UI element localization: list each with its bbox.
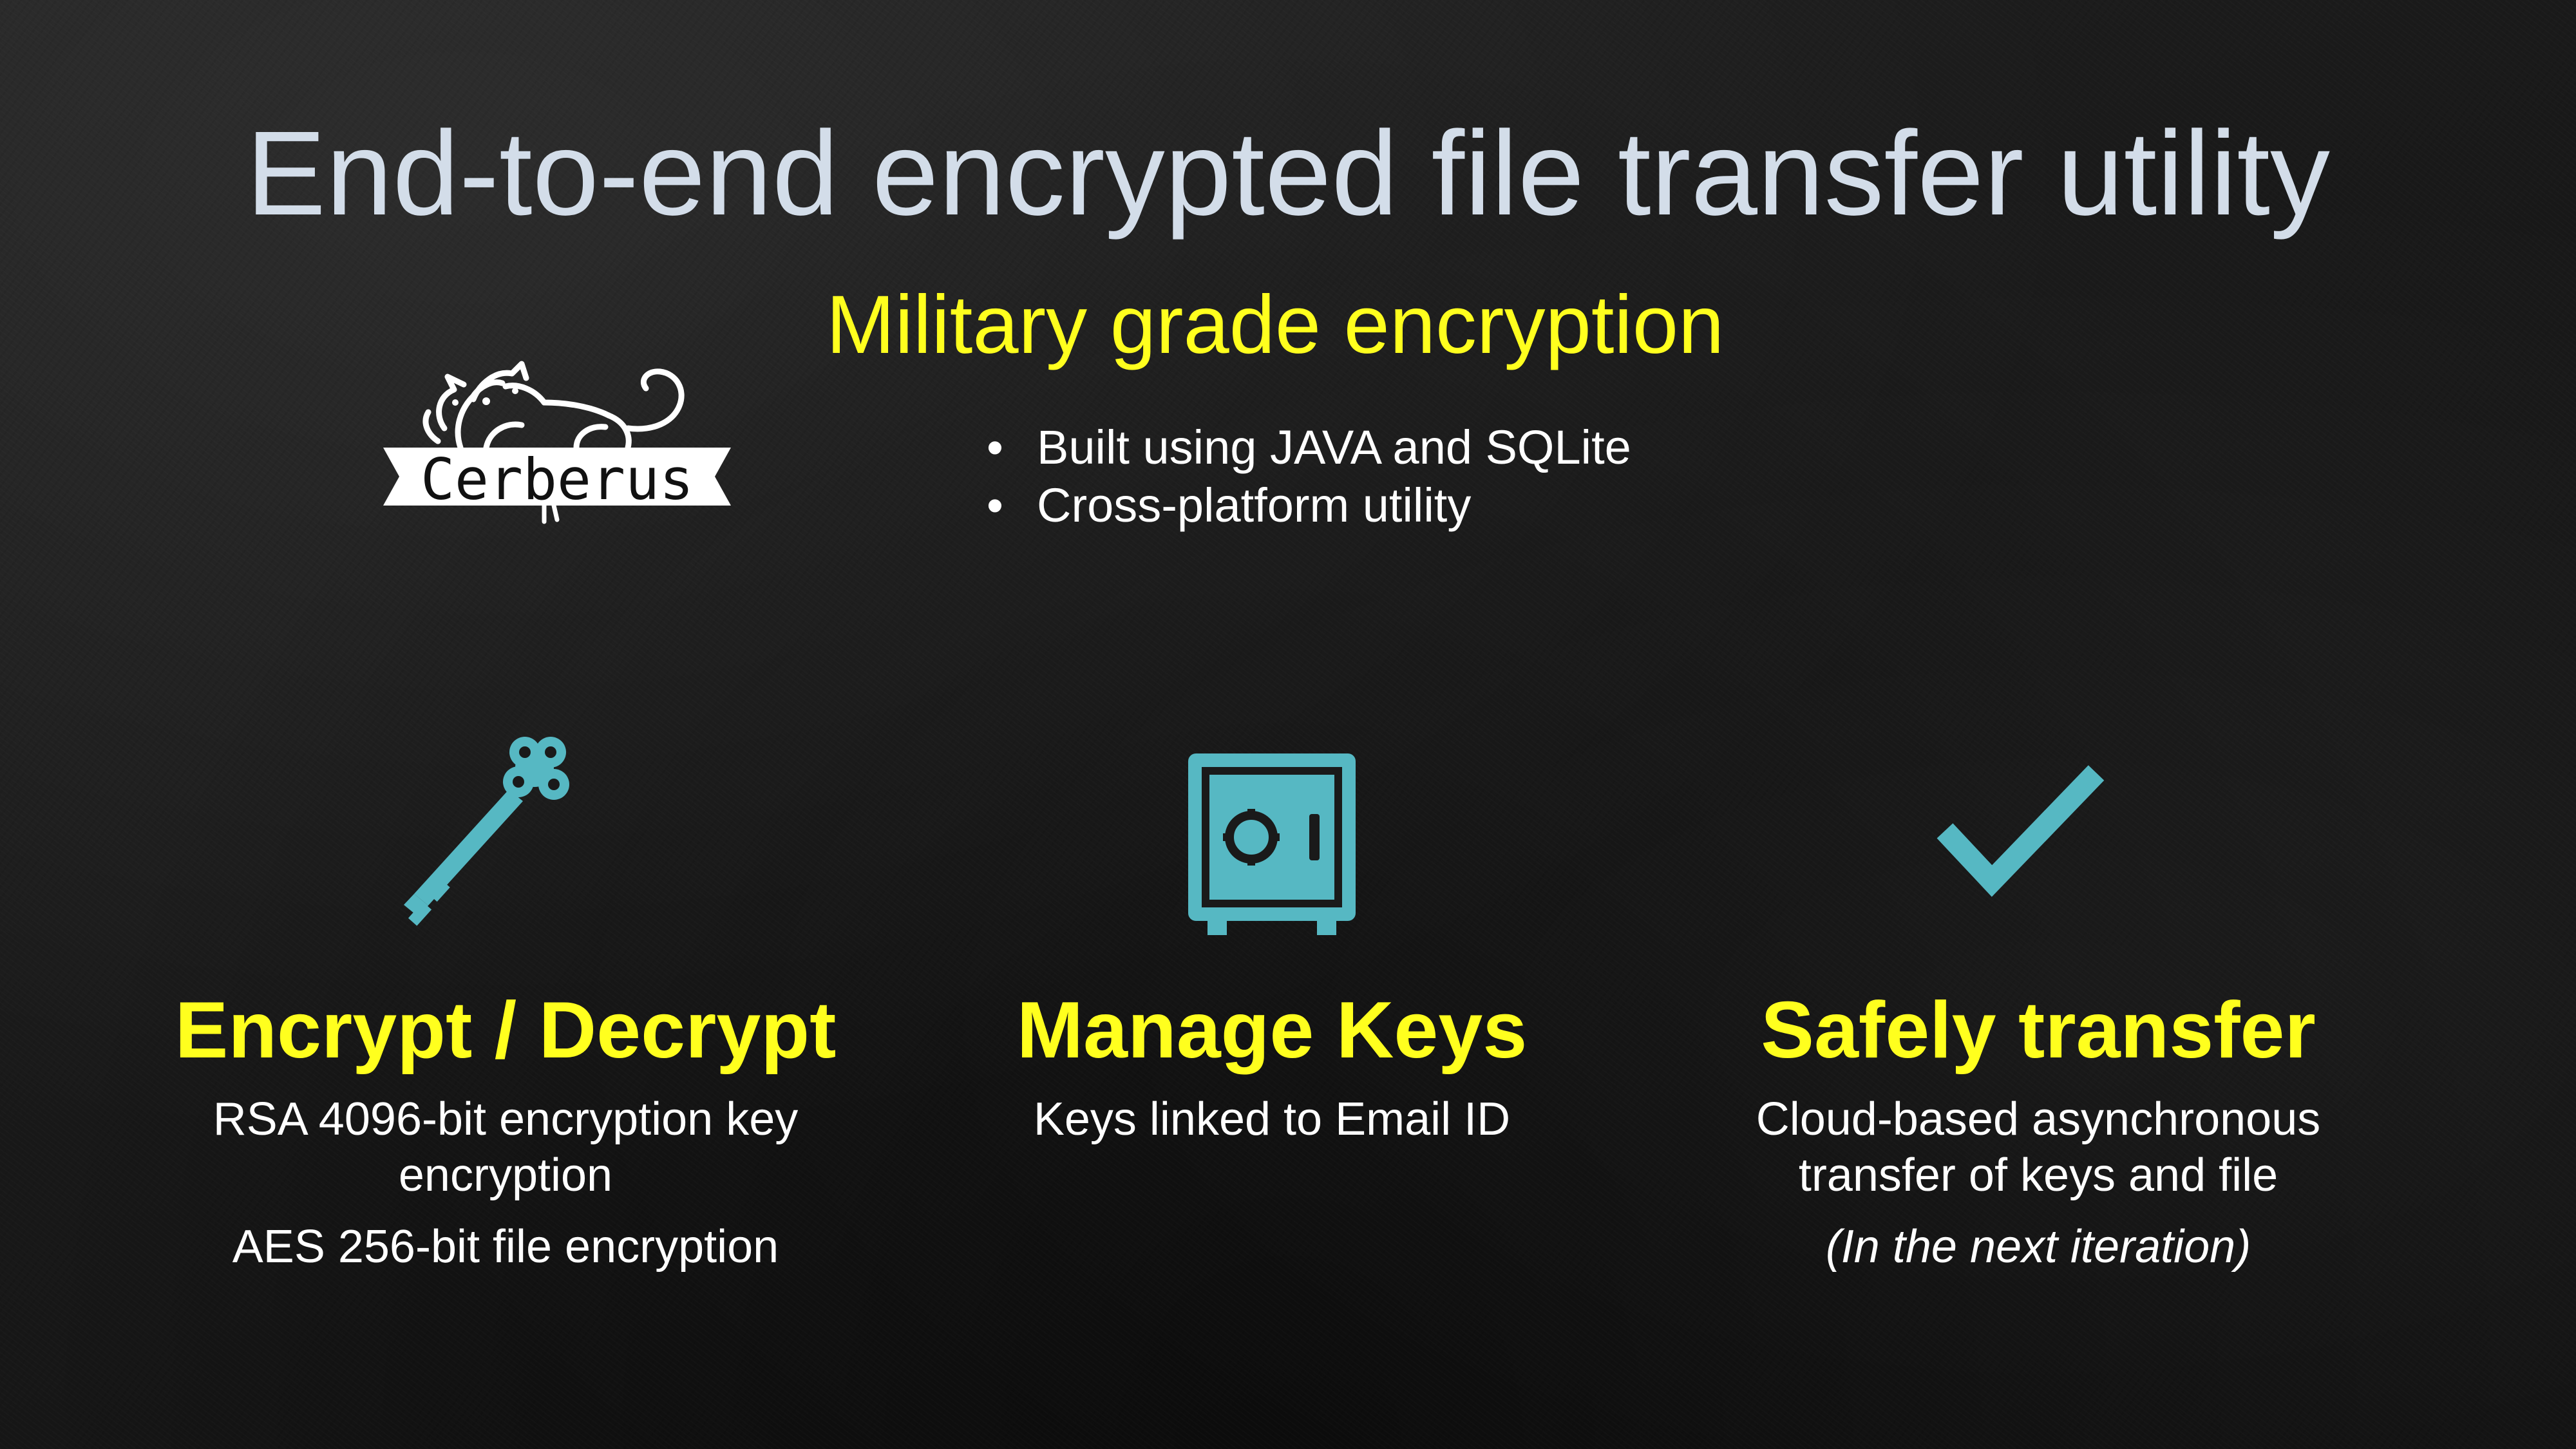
bullet-item: • Cross-platform utility	[979, 477, 1631, 535]
feature-line: RSA 4096-bit encryption key encryption	[213, 1094, 799, 1201]
slide-subtitle: Military grade encryption	[826, 279, 1725, 371]
bullet-text: Cross-platform utility	[1037, 478, 1472, 532]
slide-title: End-to-end encrypted file transfer utili…	[246, 107, 2330, 240]
feature-note: (In the next iteration)	[1825, 1221, 2251, 1273]
bullet-glyph: •	[987, 478, 1003, 532]
feature-line: Keys linked to Email ID	[1033, 1094, 1511, 1145]
checkmark-icon	[1937, 765, 2105, 897]
bullet-item: • Built using JAVA and SQLite	[979, 419, 1631, 477]
feature-description: Cloud-based asynchronous transfer of key…	[1671, 1092, 2405, 1275]
feature-heading: Manage Keys	[1016, 986, 1528, 1075]
safe-icon	[1188, 753, 1356, 935]
key-icon	[404, 737, 569, 926]
feature-line: Cloud-based asynchronous transfer of key…	[1756, 1094, 2321, 1201]
feature-line: AES 256-bit file encryption	[232, 1221, 779, 1273]
feature-heading: Safely transfer	[1761, 986, 2316, 1075]
feature-safely-transfer: Safely transfer Cloud-based asynchronous…	[1671, 734, 2405, 1273]
feature-description: RSA 4096-bit encryption key encryption A…	[138, 1092, 873, 1275]
bullet-glyph: •	[987, 421, 1003, 474]
feature-encrypt-decrypt: Encrypt / Decrypt RSA 4096-bit encryptio…	[138, 734, 873, 1273]
feature-description: Keys linked to Email ID	[905, 1092, 1639, 1148]
feature-heading: Encrypt / Decrypt	[175, 986, 837, 1075]
bullet-list: • Built using JAVA and SQLite • Cross-pl…	[979, 419, 1631, 535]
cerberus-logo-text: Cerberus	[421, 446, 694, 513]
cerberus-logo: Cerberus	[383, 351, 731, 531]
bullet-text: Built using JAVA and SQLite	[1037, 421, 1631, 474]
slide: End-to-end encrypted file transfer utili…	[0, 0, 2576, 1449]
feature-manage-keys: Manage Keys Keys linked to Email ID	[905, 734, 1639, 1145]
